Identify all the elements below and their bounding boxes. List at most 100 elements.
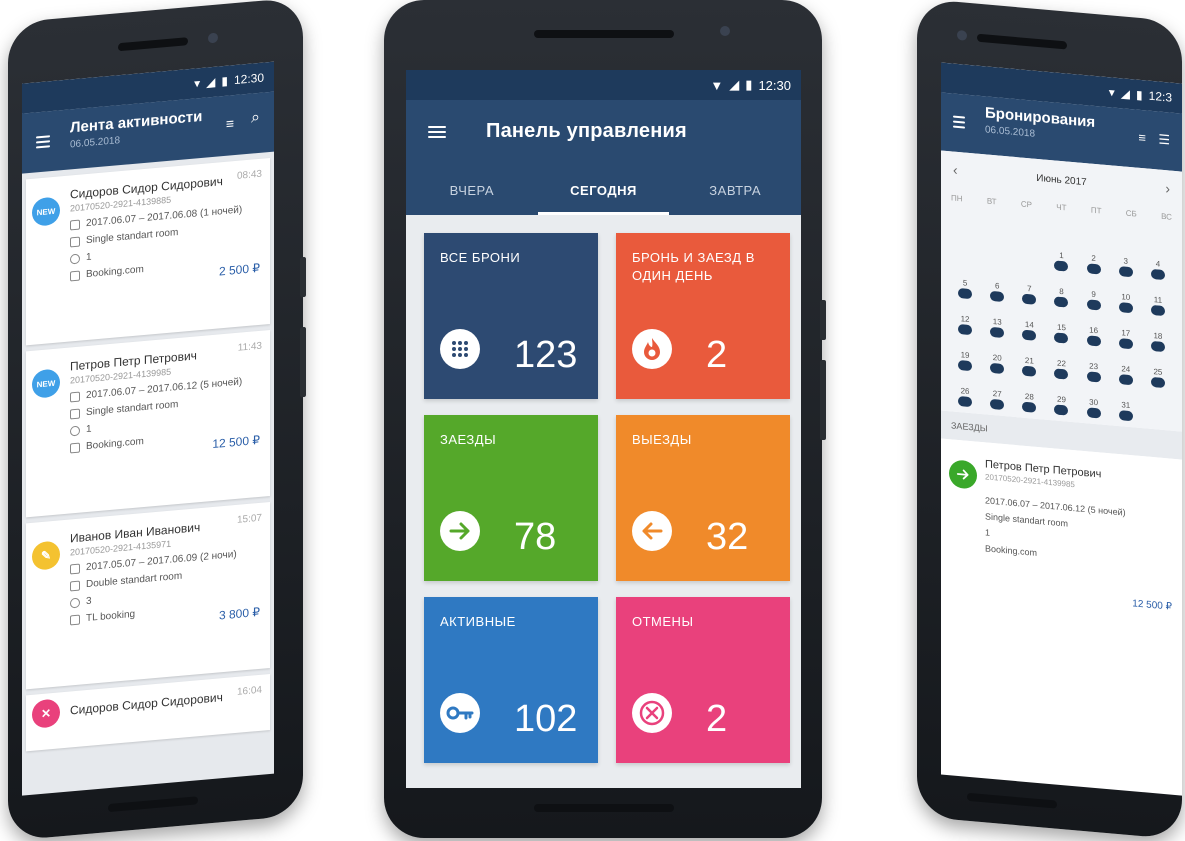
calendar-day[interactable]: 18 [1142, 330, 1174, 365]
calendar-day[interactable]: 11 [1142, 294, 1174, 329]
item-time: 15:07 [236, 512, 262, 526]
calendar-day[interactable]: 24 [1110, 363, 1142, 398]
calendar-day[interactable]: 29 [1045, 394, 1077, 429]
calendar-day[interactable] [949, 241, 981, 276]
phone-right: ▾ ◢ ▮ 12:3 Бронирования 06.05.2018 ≡ ☰ ‹… [917, 0, 1182, 840]
calendar-day[interactable]: 4 [1142, 258, 1174, 293]
booking-source: Booking.com [86, 264, 144, 281]
calendar-day[interactable]: 30 [1078, 396, 1110, 431]
person-icon [70, 253, 80, 264]
list-item[interactable]: ✎ 15:07 Иванов Иван Иванович 20170520-29… [26, 501, 270, 690]
calendar-day[interactable]: 7 [1013, 283, 1045, 318]
price: 12 500 ₽ [212, 432, 260, 452]
tile-active[interactable]: АКТИВНЫЕ 102 [424, 597, 598, 763]
calendar-day[interactable]: 2 [1078, 252, 1110, 287]
tile-label: ЗАЕЗДЫ [440, 432, 497, 447]
booking-count-badge [1022, 401, 1037, 413]
search-icon[interactable]: ⌕ [251, 109, 260, 128]
tile-label: АКТИВНЫЕ [440, 614, 516, 629]
signal-icon: ◢ [1120, 86, 1131, 102]
bottom-speaker [108, 796, 198, 813]
booking-count-badge [1086, 335, 1101, 347]
booking-count-badge [1150, 340, 1165, 353]
list-view-icon[interactable]: ☰ [1158, 132, 1170, 149]
calendar-day[interactable]: 17 [1110, 327, 1142, 362]
arrow-right-icon [440, 511, 480, 551]
list-item[interactable]: NEW 08:43 Сидоров Сидор Сидорович 201705… [26, 157, 270, 346]
key-icon [440, 693, 480, 733]
tab-yesterday[interactable]: ВЧЕРА [406, 167, 538, 215]
calendar-day[interactable] [1142, 402, 1174, 437]
calendar-day[interactable]: 25 [1142, 366, 1174, 401]
calendar-day[interactable] [981, 244, 1013, 279]
calendar-day[interactable]: 23 [1078, 360, 1110, 395]
calendar-day[interactable]: 27 [981, 388, 1013, 423]
calendar-day[interactable]: 3 [1110, 255, 1142, 290]
tiles-grid: ВСЕ БРОНИ 123 БРОНЬ И ЗАЕЗД В ОДИН ДЕНЬ … [424, 233, 791, 763]
menu-icon[interactable] [36, 135, 50, 149]
room-icon [70, 580, 80, 591]
calendar-day[interactable]: 9 [1078, 288, 1110, 323]
booking-count-badge [1118, 266, 1133, 278]
calendar-day[interactable]: 16 [1078, 324, 1110, 359]
phone-left: ▾ ◢ ▮ 12:30 Лента активности 06.05.2018 … [8, 0, 306, 841]
tab-today[interactable]: СЕГОДНЯ [537, 167, 670, 215]
calendar-day[interactable]: 10 [1110, 291, 1142, 326]
booking-count-badge [1118, 302, 1133, 314]
calendar-day[interactable]: 8 [1045, 286, 1077, 321]
camera [957, 29, 967, 41]
booking-count-badge [1150, 304, 1165, 317]
speaker [118, 37, 188, 52]
booking-count-badge [1150, 268, 1165, 281]
calendar-day[interactable]: 12 [949, 313, 981, 348]
menu-icon[interactable] [428, 126, 446, 138]
calendar-day[interactable]: 13 [981, 316, 1013, 351]
booking-count-badge [1086, 407, 1101, 419]
calendar-day[interactable]: 15 [1045, 322, 1077, 357]
calendar-day[interactable]: 20 [981, 352, 1013, 387]
booking-count-badge [958, 324, 973, 336]
page-date: 06.05.2018 [70, 135, 121, 151]
calendar-day[interactable]: 1 [1045, 250, 1077, 285]
tile-count: 2 [706, 334, 728, 376]
booking-count-badge [1054, 404, 1069, 416]
tile-arrivals[interactable]: ЗАЕЗДЫ 78 [424, 415, 598, 581]
tile-departures[interactable]: ВЫЕЗДЫ 32 [616, 415, 790, 581]
fire-icon [632, 329, 672, 369]
calendar-day[interactable]: 19 [949, 349, 981, 384]
calendar-day[interactable]: 31 [1110, 399, 1142, 434]
wifi-icon: ▾ [1108, 85, 1115, 100]
signal-icon: ◢ [729, 77, 740, 92]
item-time: 16:04 [236, 684, 262, 698]
booking-source: Booking.com [86, 436, 144, 453]
calendar-day[interactable]: 26 [949, 385, 981, 420]
weekday: СР [1020, 199, 1032, 210]
calendar-day[interactable]: 6 [981, 280, 1013, 315]
volume-button [820, 360, 826, 440]
calendar-day[interactable]: 28 [1013, 391, 1045, 426]
menu-icon[interactable] [953, 115, 965, 129]
tile-all-bookings[interactable]: ВСЕ БРОНИ 123 [424, 233, 598, 399]
calendar-day[interactable]: 21 [1013, 355, 1045, 390]
calendar-day[interactable]: 14 [1013, 319, 1045, 354]
status-time: 12:3 [1148, 88, 1172, 105]
next-month-button[interactable]: › [1165, 180, 1170, 196]
price: 3 800 ₽ [219, 604, 260, 623]
calendar-day[interactable]: 5 [949, 277, 981, 312]
tab-tomorrow[interactable]: ЗАВТРА [669, 167, 801, 215]
new-badge-icon: NEW [32, 368, 60, 399]
calendar-day[interactable] [1013, 247, 1045, 282]
filter-icon[interactable]: ≡ [1138, 130, 1146, 146]
tile-same-day[interactable]: БРОНЬ И ЗАЕЗД В ОДИН ДЕНЬ 2 [616, 233, 790, 399]
booking-count-badge [990, 290, 1005, 303]
list-item[interactable]: NEW 11:43 Петров Петр Петрович 20170520-… [26, 329, 270, 518]
booking-count-badge [1118, 410, 1133, 422]
tile-cancellations[interactable]: ОТМЕНЫ 2 [616, 597, 790, 763]
calendar-day[interactable]: 22 [1045, 358, 1077, 393]
tile-label: БРОНЬ И ЗАЕЗД В ОДИН ДЕНЬ [632, 250, 755, 283]
booking-count-badge [958, 360, 973, 372]
list-item[interactable]: Петров Петр Петрович 20170520-2921-41399… [941, 438, 1182, 630]
filter-icon[interactable]: ≡ [226, 115, 234, 132]
calendar-icon [70, 563, 80, 574]
calendar-grid: 1 2 3 4 5 6 7 8 9 10 11 12 13 14 15 16 17 18 19 20 21 22 23 24 2… [949, 241, 1174, 437]
